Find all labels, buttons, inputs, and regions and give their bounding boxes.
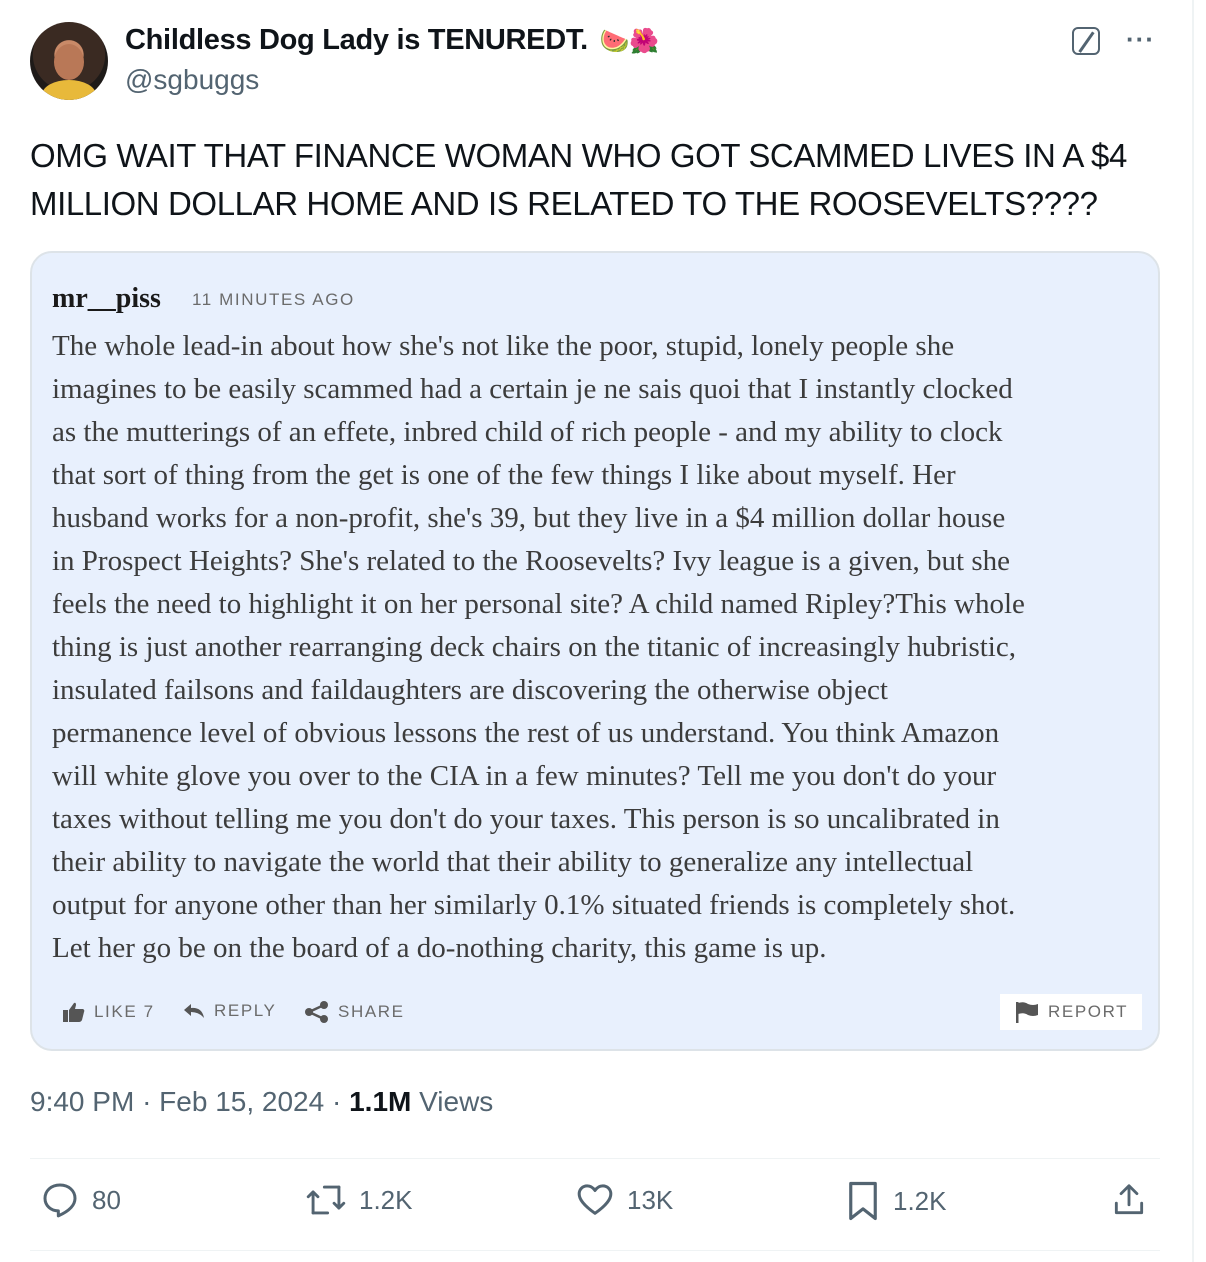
comment-like-button: LIKE 7	[62, 1001, 155, 1023]
display-name[interactable]: Childless Dog Lady is TENUREDT. 🍉🌺	[125, 24, 659, 57]
share-button[interactable]	[1110, 1180, 1148, 1220]
comment-report-button: REPORT	[1000, 994, 1142, 1030]
comment-report-label: REPORT	[1048, 1002, 1129, 1021]
comment-line: insulated failsons and faildaughters are…	[52, 674, 888, 706]
comment-line: their ability to navigate the world that…	[52, 846, 974, 878]
avatar[interactable]	[30, 22, 108, 100]
divider	[30, 1250, 1160, 1251]
tweet-meta: 9:40 PM · Feb 15, 2024 · 1.1M Views	[30, 1086, 493, 1118]
share-icon	[305, 1001, 328, 1023]
comment-share-label: SHARE	[338, 1002, 405, 1021]
heart-icon	[577, 1184, 613, 1215]
bookmark-count: 1.2K	[893, 1185, 947, 1216]
comment-body: The whole lead-in about how she's not li…	[52, 325, 1147, 970]
like-count: 13K	[627, 1184, 674, 1215]
tweet-time[interactable]: 9:40 PM	[30, 1086, 134, 1117]
comment-line: as the mutterings of an effete, inbred c…	[52, 416, 1003, 448]
comment-like-label: LIKE 7	[94, 1002, 155, 1021]
repost-icon	[306, 1185, 346, 1215]
grok-icon[interactable]	[1072, 27, 1100, 55]
reply-count: 80	[92, 1184, 121, 1215]
comment-line: Let her go be on the board of a do-nothi…	[52, 932, 827, 964]
repost-count: 1.2K	[359, 1184, 413, 1215]
like-button[interactable]: 13K	[575, 1180, 673, 1220]
flag-icon	[1016, 1002, 1038, 1023]
comment-line: thing is just another rearranging deck c…	[52, 631, 1016, 663]
reply-button[interactable]: 80	[40, 1180, 121, 1220]
meta-separator: ·	[331, 1086, 350, 1117]
comment-line: will white glove you over to the CIA in …	[52, 760, 997, 792]
tweet-text: OMG WAIT THAT FINANCE WOMAN WHO GOT SCAM…	[30, 137, 1127, 222]
bookmark-icon	[849, 1181, 877, 1221]
quoted-comment-image[interactable]: mr__piss 11 MINUTES AGO The whole lead-i…	[30, 251, 1160, 1051]
comment-line: husband works for a non-profit, she's 39…	[52, 502, 1006, 534]
upload-share-icon	[1114, 1184, 1144, 1215]
comment-timestamp: 11 MINUTES AGO	[192, 290, 355, 309]
comment-line: feels the need to highlight it on her pe…	[52, 588, 1025, 620]
views-label: Views	[419, 1086, 494, 1117]
comment-line: permanence level of obvious lessons the …	[52, 717, 1000, 749]
comment-line: that sort of thing from the get is one o…	[52, 459, 956, 491]
thumbs-up-icon	[63, 1002, 85, 1022]
comment-line: The whole lead-in about how she's not li…	[52, 330, 955, 362]
display-name-emoji: 🍉🌺	[599, 28, 659, 55]
tweet-date[interactable]: Feb 15, 2024	[159, 1086, 324, 1117]
more-options-icon[interactable]: ···	[1126, 24, 1155, 55]
display-name-text: Childless Dog Lady is TENUREDT.	[125, 24, 588, 56]
reply-icon	[43, 1183, 77, 1218]
repost-button[interactable]: 1.2K	[305, 1180, 413, 1220]
comment-line: output for anyone other than her similar…	[52, 889, 1016, 921]
comment-line: imagines to be easily scammed had a cert…	[52, 373, 1013, 405]
reply-arrow-icon	[184, 1004, 204, 1018]
comment-line: taxes without telling me you don't do yo…	[52, 803, 1000, 835]
divider	[30, 1158, 1160, 1159]
comment-reply-label: REPLY	[214, 1001, 277, 1020]
comment-username: mr__piss	[52, 283, 161, 314]
comment-line: in Prospect Heights? She's related to th…	[52, 545, 1010, 577]
column-border	[1192, 0, 1194, 1262]
bookmark-button[interactable]: 1.2K	[845, 1180, 947, 1222]
comment-reply-button: REPLY	[182, 1001, 277, 1021]
comment-share-button: SHARE	[304, 1001, 405, 1023]
meta-separator: ·	[142, 1086, 160, 1117]
views-count: 1.1M	[349, 1086, 412, 1117]
user-handle[interactable]: @sgbuggs	[125, 64, 259, 96]
